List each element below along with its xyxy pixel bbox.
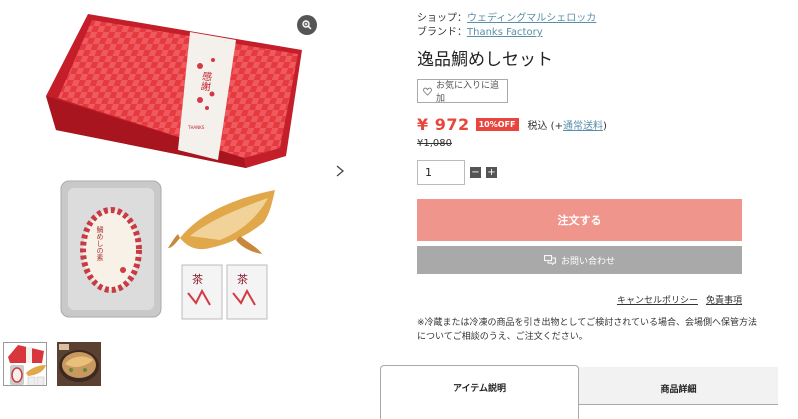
shop-label: ショップ： (417, 13, 467, 24)
zoom-icon[interactable] (297, 15, 317, 35)
quantity-decrease-button[interactable]: − (470, 167, 481, 178)
svg-text:茶: 茶 (237, 273, 248, 286)
svg-text:鯛めしの素: 鯛めしの素 (96, 225, 104, 261)
original-price: ¥1,080 (417, 138, 452, 149)
brand-row: ブランド：Thanks Factory (417, 26, 543, 39)
seasoning-packs: 茶 茶 (181, 264, 268, 320)
svg-text:THANKS: THANKS (187, 125, 205, 130)
tab-item-description[interactable]: アイテム説明 (380, 365, 579, 419)
thumbnail-2[interactable] (57, 342, 101, 386)
brand-label: ブランド： (417, 27, 467, 38)
price-row: ¥ 972 10%OFF 税込 (+通常送料) (417, 115, 607, 134)
tab-product-details[interactable]: 商品詳細 (579, 367, 778, 405)
tax-note: 税込 (+通常送料) (527, 121, 607, 132)
order-button[interactable]: 注文する (417, 199, 742, 241)
main-product-image[interactable]: 感謝 THANKS 鯛めしの素 茶 茶 (40, 8, 330, 333)
shop-row: ショップ：ウェディングマルシェロッカ (417, 12, 596, 25)
current-price: ¥ 972 (417, 115, 470, 134)
discount-badge: 10%OFF (475, 118, 519, 131)
contact-button[interactable]: お問い合わせ (417, 246, 742, 274)
shop-link[interactable]: ウェディングマルシェロッカ (467, 13, 596, 24)
grilled-fish (168, 190, 275, 254)
add-to-favorites-button[interactable]: お気に入りに追加 (417, 79, 508, 104)
brand-link[interactable]: Thanks Factory (467, 27, 543, 38)
policy-links: キャンセルポリシー 免責事項 (609, 293, 742, 306)
quantity-increase-button[interactable]: + (486, 167, 497, 178)
disclaimer-link[interactable]: 免責事項 (706, 296, 742, 306)
product-tabs: アイテム説明 商品詳細 (380, 365, 778, 419)
chevron-right-icon[interactable] (333, 162, 347, 180)
cancel-policy-link[interactable]: キャンセルポリシー (617, 296, 698, 306)
heart-icon (423, 87, 432, 96)
retort-pouch: 鯛めしの素 (60, 180, 162, 318)
thumbnail-1[interactable] (3, 342, 47, 386)
storage-notice: ※冷蔵または冷凍の商品を引き出物としてご検討されている場合、会場側へ保管方法につ… (417, 318, 758, 342)
svg-text:茶: 茶 (192, 273, 203, 286)
shipping-link[interactable]: 通常送料 (563, 121, 603, 132)
chat-icon (544, 255, 556, 265)
quantity-input[interactable] (417, 160, 465, 185)
contact-label: お問い合わせ (560, 256, 615, 267)
add-to-favorites-label: お気に入りに追加 (436, 81, 500, 104)
product-title: 逸品鯛めしセット (417, 50, 553, 70)
